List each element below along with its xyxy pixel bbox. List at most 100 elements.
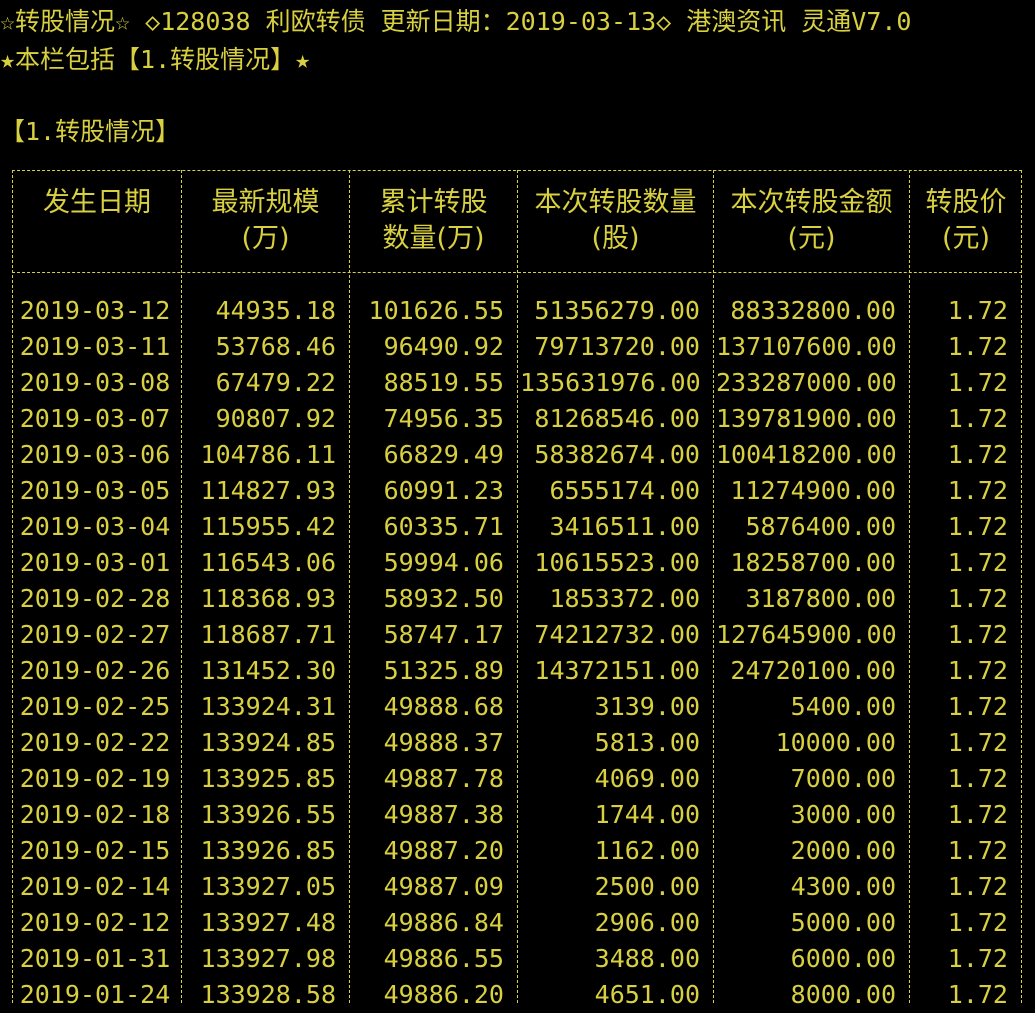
cell-scale: 131452.30	[200, 656, 336, 685]
cell-scale: 133924.31	[200, 692, 336, 721]
cell-quantity: 58382674.00	[534, 440, 700, 469]
cell-cumulative: 49887.78	[383, 764, 504, 793]
cell-quantity: 1853372.00	[549, 584, 700, 613]
cell-scale: 116543.06	[200, 548, 336, 577]
cell-amount: 3187800.00	[745, 584, 896, 613]
header-scale-label: 最新规模	[211, 187, 320, 218]
cell-cumulative: 66829.49	[383, 440, 504, 469]
cell-cumulative: 59994.06	[383, 548, 504, 577]
cell-date: 2019-01-24	[19, 980, 171, 1009]
cell-price: 1.72	[947, 440, 1008, 469]
cell-scale: 133927.05	[200, 872, 336, 901]
cell-price: 1.72	[947, 908, 1008, 937]
cell-price: 1.72	[947, 656, 1008, 685]
cell-quantity: 74212732.00	[534, 620, 700, 649]
cell-price: 1.72	[947, 332, 1008, 361]
cell-quantity: 5813.00	[594, 728, 700, 757]
cell-cumulative: 60335.71	[383, 512, 504, 541]
cell-date: 2019-02-25	[19, 692, 171, 721]
table-row: 2019-03-12 44935.18 101626.55 51356279.00 88…	[0, 293, 1035, 329]
table-row: 2019-02-25 133924.31 49888.68 3139.00 5400.0…	[0, 689, 1035, 725]
cell-date: 2019-02-26	[19, 656, 171, 685]
cell-price: 1.72	[947, 548, 1008, 577]
cell-quantity: 4651.00	[594, 980, 700, 1009]
header-amount-unit: (元)	[787, 223, 836, 254]
cell-quantity: 1162.00	[594, 836, 700, 865]
table-row: 2019-03-06 104786.11 66829.49 58382674.00 10…	[0, 437, 1035, 473]
cell-amount: 139781900.00	[716, 404, 897, 433]
header-price-unit: (元)	[941, 223, 991, 254]
cell-price: 1.72	[947, 872, 1008, 901]
cell-date: 2019-03-01	[19, 548, 171, 577]
cell-amount: 11274900.00	[730, 476, 896, 505]
cell-scale: 44935.18	[215, 296, 336, 325]
cell-date: 2019-02-18	[19, 800, 171, 829]
cell-scale: 133926.85	[200, 836, 336, 865]
cell-quantity: 135631976.00	[520, 368, 701, 397]
cell-scale: 90807.92	[215, 404, 336, 433]
cell-quantity: 2906.00	[594, 908, 700, 937]
cell-quantity: 6555174.00	[549, 476, 700, 505]
cell-date: 2019-02-22	[19, 728, 171, 757]
table-row: 2019-03-08 67479.22 88519.55 135631976.00 23…	[0, 365, 1035, 401]
cell-amount: 137107600.00	[716, 332, 897, 361]
cell-quantity: 4069.00	[594, 764, 700, 793]
cell-scale: 53768.46	[215, 332, 336, 361]
table-row: 2019-02-12 133927.48 49886.84 2906.00 5000.0…	[0, 905, 1035, 941]
cell-date: 2019-03-12	[19, 296, 171, 325]
cell-amount: 233287000.00	[716, 368, 897, 397]
table-row: 2019-02-15 133926.85 49887.20 1162.00 2000.0…	[0, 833, 1035, 869]
cell-price: 1.72	[947, 944, 1008, 973]
cell-quantity: 79713720.00	[534, 332, 700, 361]
cell-date: 2019-02-12	[19, 908, 171, 937]
cell-price: 1.72	[947, 404, 1008, 433]
table-row: 2019-02-19 133925.85 49887.78 4069.00 7000.0…	[0, 761, 1035, 797]
cell-date: 2019-03-05	[19, 476, 171, 505]
cell-cumulative: 49886.20	[383, 980, 504, 1009]
cell-date: 2019-03-08	[19, 368, 171, 397]
cell-price: 1.72	[947, 980, 1008, 1009]
cell-quantity: 3139.00	[594, 692, 700, 721]
header-cumulative: 累计转股 数量(万)	[351, 185, 516, 257]
cell-amount: 4300.00	[790, 872, 896, 901]
cell-amount: 100418200.00	[716, 440, 897, 469]
header-date-label: 发生日期	[43, 187, 151, 218]
cell-quantity: 10615523.00	[534, 548, 700, 577]
table-row: 2019-01-31 133927.98 49886.55 3488.00 6000.0…	[0, 941, 1035, 977]
cell-cumulative: 88519.55	[383, 368, 504, 397]
section-title: 【1.转股情况】	[0, 117, 181, 146]
cell-price: 1.72	[947, 800, 1008, 829]
table-row: 2019-02-22 133924.85 49888.37 5813.00 10000.…	[0, 725, 1035, 761]
cell-quantity: 51356279.00	[534, 296, 700, 325]
header-date: 发生日期	[14, 185, 180, 257]
cell-price: 1.72	[947, 512, 1008, 541]
cell-quantity: 3416511.00	[549, 512, 700, 541]
cell-scale: 118687.71	[200, 620, 336, 649]
cell-cumulative: 58747.17	[383, 620, 504, 649]
cell-amount: 24720100.00	[730, 656, 896, 685]
cell-amount: 88332800.00	[730, 296, 896, 325]
header-scale: 最新规模 (万)	[183, 185, 348, 257]
cell-price: 1.72	[947, 728, 1008, 757]
table-row: 2019-02-26 131452.30 51325.89 14372151.00 24…	[0, 653, 1035, 689]
table-row: 2019-03-11 53768.46 96490.92 79713720.00 137…	[0, 329, 1035, 365]
cell-price: 1.72	[947, 620, 1008, 649]
section-summary: ★本栏包括【1.转股情况】★	[0, 45, 311, 74]
header-cumulative-unit: 数量(万)	[382, 223, 485, 254]
cell-amount: 2000.00	[790, 836, 896, 865]
header-quantity: 本次转股数量 (股)	[519, 185, 712, 257]
cell-scale: 114827.93	[200, 476, 336, 505]
table-row: 2019-02-27 118687.71 58747.17 74212732.00 12…	[0, 617, 1035, 653]
header-price-label: 转股价	[925, 187, 1007, 218]
cell-cumulative: 58932.50	[383, 584, 504, 613]
cell-cumulative: 49886.55	[383, 944, 504, 973]
cell-scale: 67479.22	[215, 368, 336, 397]
cell-quantity: 81268546.00	[534, 404, 700, 433]
cell-quantity: 14372151.00	[534, 656, 700, 685]
cell-cumulative: 49887.20	[383, 836, 504, 865]
cell-quantity: 1744.00	[594, 800, 700, 829]
cell-scale: 133925.85	[200, 764, 336, 793]
cell-amount: 5400.00	[790, 692, 896, 721]
cell-scale: 118368.93	[200, 584, 336, 613]
cell-date: 2019-03-07	[19, 404, 171, 433]
